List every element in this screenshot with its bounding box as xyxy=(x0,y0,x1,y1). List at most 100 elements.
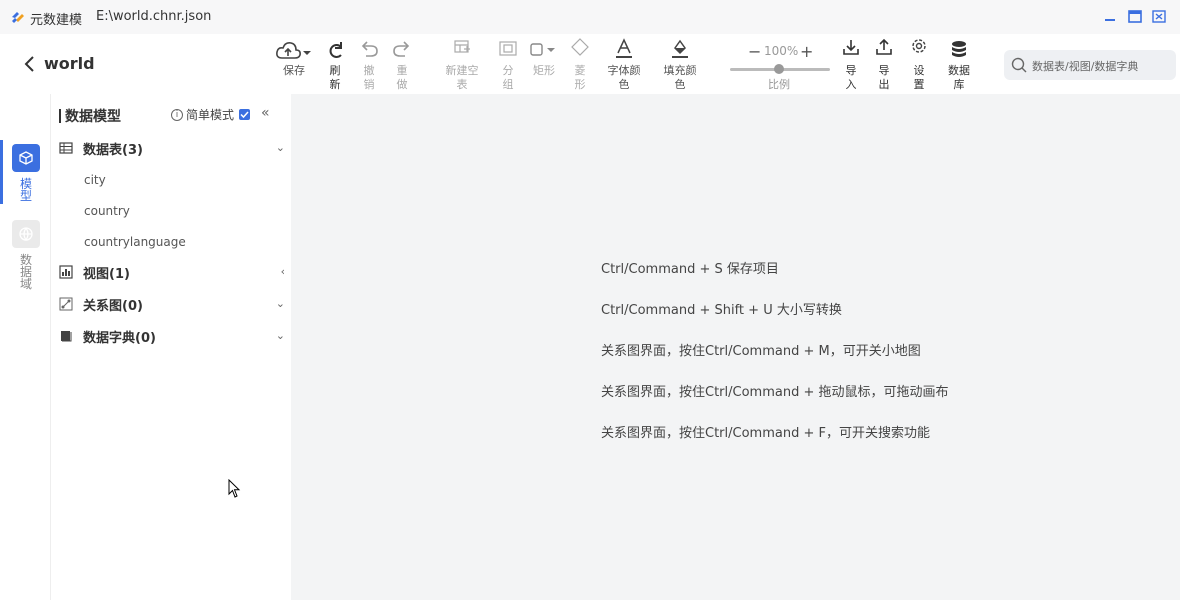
rectangle-icon xyxy=(530,43,555,56)
title-bar-mark xyxy=(59,109,61,123)
cloud-upload-icon xyxy=(276,42,311,59)
chevron-down-icon[interactable]: ⌄ xyxy=(276,141,285,154)
search-icon xyxy=(1011,57,1027,73)
group-icon xyxy=(499,41,517,56)
zoom-value: 100% xyxy=(764,44,799,58)
font-color-button[interactable]: 字体颜色 xyxy=(606,36,642,92)
table-icon xyxy=(59,142,73,154)
export-label: 导出 xyxy=(878,64,890,91)
save-button[interactable]: 保存 xyxy=(274,36,314,78)
redo-label: 重做 xyxy=(396,64,408,91)
globe-icon xyxy=(12,220,40,248)
tree-group-tables[interactable]: 数据表(3) ⌄ xyxy=(59,137,285,159)
rail-model-label: 模型 xyxy=(19,177,32,203)
zoom-in-button[interactable]: + xyxy=(800,42,813,61)
redo-icon xyxy=(393,41,410,57)
simple-mode-toggle[interactable]: i 简单模式 xyxy=(171,106,251,123)
refresh-icon xyxy=(329,42,342,58)
chevron-down-icon[interactable]: ⌄ xyxy=(276,297,285,310)
app-name: 元数建模 xyxy=(30,13,83,28)
shortcut-tip: 关系图界面，按住Ctrl/Command + F，可开关搜索功能 xyxy=(601,426,930,441)
database-icon xyxy=(952,41,966,57)
collapse-panel-button[interactable]: « xyxy=(261,105,270,121)
database-label: 数据库 xyxy=(948,64,970,91)
import-label: 导入 xyxy=(845,64,857,91)
tree-group-views[interactable]: 视图(1) ‹ xyxy=(59,261,285,283)
group-button[interactable]: 分组 xyxy=(497,36,519,92)
bar-chart-icon xyxy=(59,265,73,279)
chevron-down-icon[interactable]: ⌄ xyxy=(276,329,285,342)
canvas-area[interactable]: Ctrl/Command + S 保存项目 Ctrl/Command + Shi… xyxy=(291,94,1180,600)
shortcut-tip: 关系图界面，按住Ctrl/Command + 拖动鼠标，可拖动画布 xyxy=(601,385,949,400)
panel-title-text: 数据模型 xyxy=(65,109,121,125)
fill-color-icon xyxy=(672,39,688,58)
shortcut-tip: Ctrl/Command + S 保存项目 xyxy=(601,262,779,277)
database-button[interactable]: 数据库 xyxy=(945,36,973,92)
import-icon xyxy=(843,40,859,55)
new-empty-table-label: 新建空表 xyxy=(445,64,479,91)
zoom-out-button[interactable]: − xyxy=(748,42,761,61)
undo-icon xyxy=(361,41,378,57)
undo-button[interactable]: 撤销 xyxy=(358,36,380,92)
rail-item-model[interactable]: 模型 xyxy=(1,144,51,202)
left-rail: 模型 数据域 xyxy=(0,94,51,600)
info-icon: i xyxy=(171,108,183,121)
panel-title: 数据模型 xyxy=(59,106,121,126)
settings-button[interactable]: 设置 xyxy=(908,36,930,92)
tree-group-tables-label: 数据表(3) xyxy=(83,142,143,158)
font-color-label: 字体颜色 xyxy=(607,64,641,91)
export-button[interactable]: 导出 xyxy=(873,36,895,92)
zoom-slider-thumb[interactable] xyxy=(774,64,784,74)
close-icon[interactable] xyxy=(1150,8,1168,26)
search-box[interactable]: 数据表/视图/数据字典 xyxy=(1004,50,1176,80)
check-icon xyxy=(240,111,249,119)
rectangle-label: 矩形 xyxy=(533,64,555,77)
fill-color-label: 填充颜色 xyxy=(663,64,697,91)
shortcut-tip: 关系图界面，按住Ctrl/Command + M，可开关小地图 xyxy=(601,344,921,359)
diamond-button[interactable]: 菱形 xyxy=(569,36,591,92)
tree-item-table[interactable]: countrylanguage xyxy=(84,235,186,249)
title-bar: 元数建模 E:\world.chnr.json xyxy=(0,0,1180,34)
refresh-button[interactable]: 刷新 xyxy=(324,36,346,92)
app-logo-icon xyxy=(12,12,24,23)
cube-icon xyxy=(12,144,40,172)
tree-group-relation-diagrams[interactable]: 关系图(0) ⌄ xyxy=(59,293,285,315)
rail-data-domain-label: 数据域 xyxy=(19,253,32,291)
tree-group-dictionaries-label: 数据字典(0) xyxy=(83,330,156,346)
book-icon xyxy=(61,331,72,342)
tree-group-views-label: 视图(1) xyxy=(83,266,130,282)
maximize-icon[interactable] xyxy=(1126,8,1144,26)
tree-group-dictionaries[interactable]: 数据字典(0) ⌄ xyxy=(59,325,285,347)
project-name: world xyxy=(44,54,95,73)
font-color-icon xyxy=(616,38,632,58)
new-empty-table-button[interactable]: 新建空表 xyxy=(442,36,482,92)
mouse-pointer-icon xyxy=(228,479,241,498)
back-arrow-icon[interactable] xyxy=(20,54,40,74)
zoom-control: − 100% + 比例 xyxy=(728,38,832,91)
fill-color-button[interactable]: 填充颜色 xyxy=(662,36,698,92)
zoom-label: 比例 xyxy=(768,78,790,91)
tree-item-table[interactable]: city xyxy=(84,173,106,187)
redo-button[interactable]: 重做 xyxy=(391,36,413,92)
settings-label: 设置 xyxy=(913,64,925,91)
save-label: 保存 xyxy=(283,64,305,77)
gear-icon xyxy=(912,39,926,53)
simple-mode-label: 简单模式 xyxy=(186,108,235,122)
chevron-left-icon[interactable]: ‹ xyxy=(281,265,285,278)
rail-item-data-domain[interactable]: 数据域 xyxy=(1,220,51,290)
simple-mode-checkbox[interactable] xyxy=(239,109,251,120)
shortcut-tip: Ctrl/Command + Shift + U 大小写转换 xyxy=(601,303,842,318)
tree-group-relation-diagrams-label: 关系图(0) xyxy=(83,298,143,314)
diamond-label: 菱形 xyxy=(574,64,586,91)
minimize-icon[interactable] xyxy=(1101,8,1119,26)
rectangle-button[interactable]: 矩形 xyxy=(528,36,560,78)
toolbar: world 保存 刷新 撤销 重做 新建空表 分组 矩形 菱形 字体颜色 填充颜… xyxy=(0,34,1180,94)
group-label: 分组 xyxy=(502,64,514,91)
model-panel: 数据模型 i 简单模式 « 数据表(3) ⌄ city country coun… xyxy=(51,94,291,600)
import-button[interactable]: 导入 xyxy=(840,36,862,92)
refresh-label: 刷新 xyxy=(329,64,341,91)
diamond-icon xyxy=(571,38,589,56)
export-icon xyxy=(876,38,892,55)
search-input[interactable]: 数据表/视图/数据字典 xyxy=(1032,58,1138,74)
tree-item-table[interactable]: country xyxy=(84,204,130,218)
